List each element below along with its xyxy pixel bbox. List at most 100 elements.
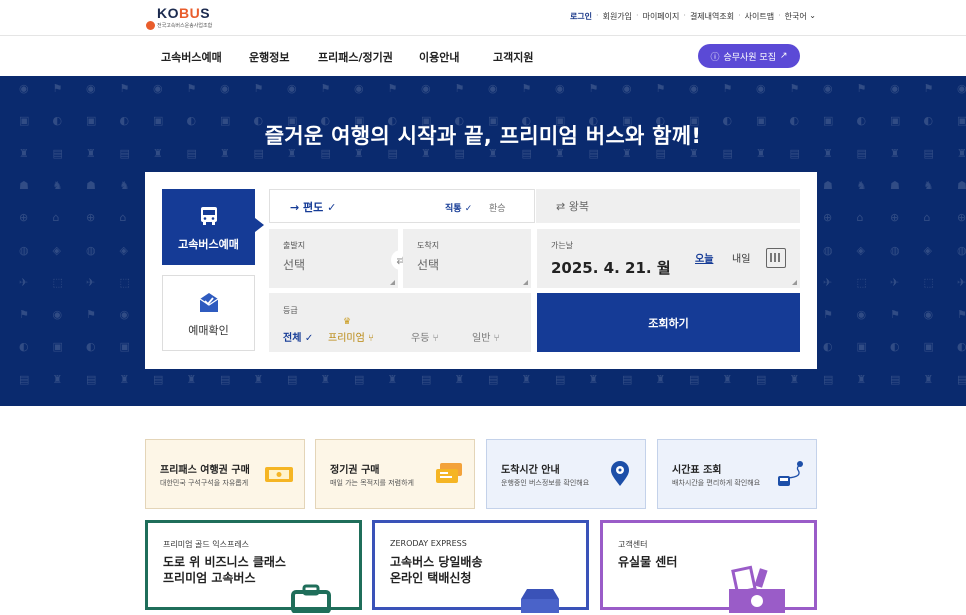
departure-value: 선택 (283, 258, 306, 272)
pattern-icon: ◈ (923, 243, 932, 257)
pattern-icon: ◉ (421, 82, 431, 95)
quick-arrival-time-desc: 운행중인 버스정보를 확인해요 (501, 479, 590, 487)
pattern-icon: ⚑ (856, 82, 867, 95)
sitemap-link[interactable]: 사이트맵 (745, 11, 774, 22)
kobus-logo[interactable]: KOBUS 전국고속버스운송사업조합 (143, 5, 223, 31)
quick-season-pass-title: 정기권 구매 (330, 465, 380, 476)
bus-icon (201, 207, 217, 225)
pattern-icon: ◐ (823, 340, 833, 354)
pattern-icon: ◉ (153, 82, 163, 95)
seat-icon: ⑂ (493, 333, 500, 344)
promo-zeroday-express[interactable]: ZERODAY EXPRESS 고속버스 당일배송 온라인 택배신청 (372, 520, 589, 613)
grade-premium-option[interactable]: 프리미엄 ⑂ (328, 329, 374, 344)
pattern-icon: ⚑ (789, 82, 800, 95)
pattern-icon: ⊕ (86, 211, 96, 225)
pattern-icon: ◐ (86, 340, 96, 354)
recruit-button[interactable]: ⓘ 승무사원 모집 ↗ (698, 44, 800, 68)
signup-link[interactable]: 회원가입 (603, 11, 632, 22)
pattern-icon: ◐ (957, 340, 966, 354)
pattern-icon: ◉ (823, 82, 833, 95)
date-value: 2025. 4. 21. 월 (551, 259, 671, 277)
search-button[interactable]: 조회하기 (537, 293, 800, 352)
departure-select[interactable]: 출발지 선택 (269, 229, 398, 288)
pattern-icon: ⌂ (923, 211, 931, 225)
direct-option[interactable]: 직통 ✓ (445, 201, 472, 214)
trip-type-one-way[interactable]: → 편도 ✓ 직통 ✓ 환승 (269, 189, 535, 223)
pattern-icon: ♜ (789, 372, 800, 386)
tab-reservation-check-label: 예매확인 (188, 324, 229, 337)
payment-history-link[interactable]: 결제내역조회 (690, 11, 734, 22)
ticket-icon (265, 467, 293, 482)
logo-text: KOBUS (157, 5, 211, 21)
transfer-option[interactable]: 환승 (489, 201, 506, 214)
grade-selector: 등급 전체 ✓ ♛ 프리미엄 ⑂ 우등 ⑂ 일반 ⑂ (269, 293, 531, 352)
tab-reservation-check[interactable]: 예매확인 (162, 275, 255, 351)
quick-arrival-time-title: 도착시간 안내 (501, 465, 560, 476)
grade-general-label: 일반 (472, 333, 491, 344)
pattern-icon: ⚑ (387, 82, 398, 95)
grade-all-option[interactable]: 전체 ✓ (283, 329, 313, 344)
pattern-icon: ♜ (387, 372, 398, 386)
tomorrow-button[interactable]: 내일 (732, 250, 750, 265)
quick-freepass[interactable]: 프리패스 여행권 구매 대한민국 구석구석을 자유롭게 (145, 439, 305, 509)
pattern-icon: ⬚ (119, 275, 130, 289)
promo-lost-found[interactable]: 고객센터 유실물 센터 (600, 520, 817, 613)
login-link[interactable]: 로그인 (570, 11, 592, 22)
pattern-icon: ◉ (622, 82, 632, 95)
delivery-box-icon (521, 589, 559, 613)
nav-usage-guide[interactable]: 이용안내 (419, 49, 459, 65)
pattern-icon: ♞ (119, 178, 130, 192)
active-tab-pointer (255, 218, 264, 232)
nav-customer-support[interactable]: 고객지원 (493, 49, 533, 65)
pattern-icon: ⚑ (923, 82, 934, 95)
promo-premium-gold[interactable]: 프리미엄 골드 익스프레스 도로 위 비즈니스 클래스 프리미엄 고속버스 (145, 520, 362, 613)
pattern-icon: ♜ (722, 372, 733, 386)
pattern-icon: ▤ (890, 372, 901, 386)
pattern-icon: ◉ (220, 82, 230, 95)
nav-express-booking[interactable]: 고속버스예매 (161, 49, 222, 65)
one-way-option[interactable]: → 편도 ✓ (290, 199, 336, 215)
nav-operation-info[interactable]: 운행정보 (249, 49, 289, 65)
trip-type-round-trip[interactable]: ⇄ 왕복 (536, 189, 800, 223)
quick-season-pass[interactable]: 정기권 구매 매일 가는 목적지를 저렴하게 (315, 439, 475, 509)
pattern-icon: ♜ (119, 372, 130, 386)
today-button[interactable]: 오늘 (695, 250, 713, 265)
pattern-icon: ◍ (19, 243, 29, 257)
pattern-icon: ◉ (856, 308, 867, 322)
pattern-icon: ◍ (890, 243, 900, 257)
pattern-icon: ⚑ (655, 82, 666, 95)
location-pin-icon (611, 461, 629, 486)
pattern-icon: ◉ (689, 82, 699, 95)
resize-corner-icon (792, 280, 797, 285)
pattern-icon: ◉ (119, 308, 130, 322)
promo-premium-line2: 프리미엄 고속버스 (163, 571, 256, 585)
pattern-icon: ⬚ (52, 275, 63, 289)
promo-zeroday-line1: 고속버스 당일배송 (390, 555, 483, 569)
pattern-icon: ⌂ (52, 211, 60, 225)
departure-date-field[interactable]: 가는날 2025. 4. 21. 월 (537, 229, 800, 288)
pattern-icon: ✈ (86, 275, 96, 289)
pattern-icon: ♜ (521, 372, 532, 386)
language-select[interactable]: 한국어 (785, 11, 807, 22)
calendar-icon[interactable] (766, 248, 786, 268)
pattern-icon: ▤ (622, 372, 633, 386)
quick-arrival-time[interactable]: 도착시간 안내 운행중인 버스정보를 확인해요 (486, 439, 646, 509)
pattern-icon: ▣ (119, 340, 130, 354)
pattern-icon: ▤ (823, 372, 834, 386)
quick-timetable[interactable]: 시간표 조회 배차시간을 편리하게 확인해요 (657, 439, 817, 509)
tab-express-booking[interactable]: 고속버스예매 (162, 189, 255, 265)
logo-subtitle: 전국고속버스운송사업조합 (157, 23, 213, 29)
pattern-icon: ◉ (756, 82, 766, 95)
nav-freepass[interactable]: 프리패스/정기권 (318, 49, 393, 65)
pattern-icon: ▤ (689, 372, 700, 386)
pattern-icon: ⊕ (823, 211, 833, 225)
mypage-link[interactable]: 마이페이지 (643, 11, 680, 22)
arrival-value: 선택 (417, 258, 440, 272)
promo-lost-found-headline: 유실물 센터 (618, 554, 677, 570)
grade-excellent-option[interactable]: 우등 ⑂ (411, 329, 439, 344)
pattern-icon: ◉ (354, 82, 364, 95)
pattern-icon: ⚑ (186, 82, 197, 95)
date-label: 가는날 (551, 241, 574, 250)
arrival-select[interactable]: 도착지 선택 (403, 229, 531, 288)
grade-general-option[interactable]: 일반 ⑂ (472, 329, 500, 344)
